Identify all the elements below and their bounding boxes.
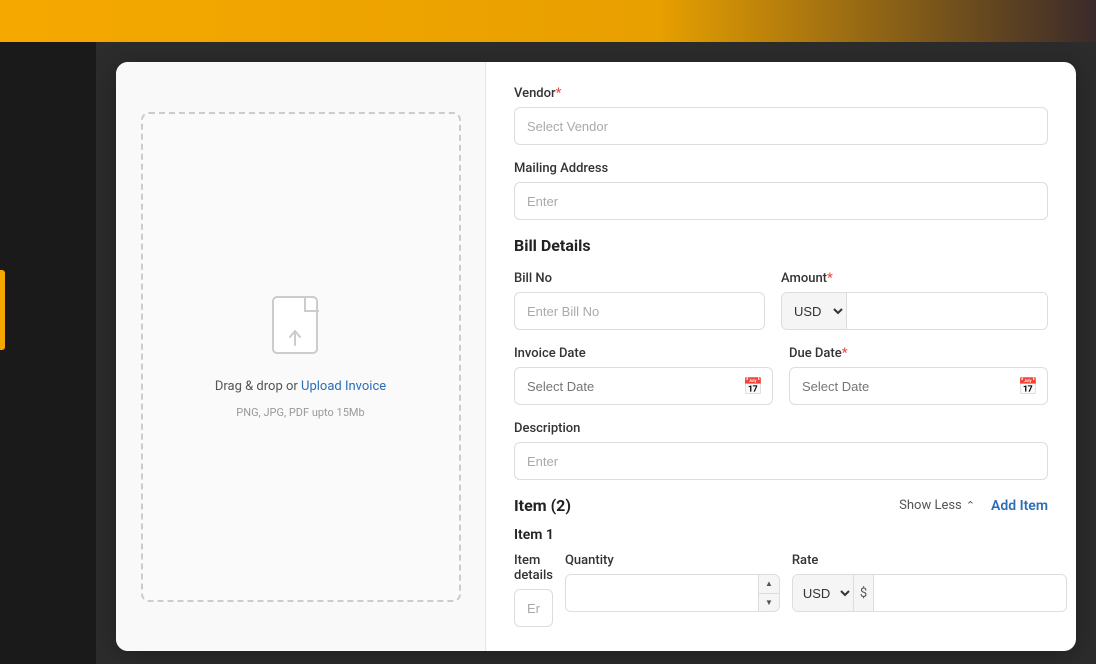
upload-panel: Drag & drop or Upload Invoice PNG, JPG, … <box>116 62 486 651</box>
mailing-address-input[interactable] <box>514 182 1048 220</box>
rate-input[interactable] <box>874 575 1066 611</box>
quantity-arrows: ▲ ▼ <box>758 575 779 611</box>
add-item-button[interactable]: Add Item <box>991 498 1048 514</box>
sidebar-yellow-accent <box>0 270 5 350</box>
quantity-label: Quantity <box>565 553 780 568</box>
amount-col: Amount* USD EUR GBP <box>781 271 1048 330</box>
upload-icon-wrap <box>271 295 331 367</box>
amount-currency-select[interactable]: USD EUR GBP <box>782 293 847 329</box>
drag-text: Drag & drop or <box>215 379 301 394</box>
sidebar <box>0 0 96 664</box>
dates-row: Invoice Date 📅 Due Date* 📅 <box>514 346 1048 405</box>
items-title: Item (2) <box>514 496 571 515</box>
invoice-date-wrap: 📅 <box>514 367 773 405</box>
amount-label: Amount* <box>781 271 1048 286</box>
show-less-label: Show Less <box>899 498 962 513</box>
upload-text: Drag & drop or Upload Invoice <box>215 379 386 394</box>
quantity-down-button[interactable]: ▼ <box>759 594 779 612</box>
form-panel: Vendor* Mailing Address Bill Details Bil… <box>486 62 1076 651</box>
bill-no-label: Bill No <box>514 271 765 286</box>
amount-input[interactable] <box>847 293 1047 329</box>
mailing-address-label: Mailing Address <box>514 161 1048 176</box>
item-details-col: Item details <box>514 553 553 627</box>
bill-details-title: Bill Details <box>514 236 1048 255</box>
main-content: Drag & drop or Upload Invoice PNG, JPG, … <box>96 42 1096 664</box>
rate-dollar-symbol: $ <box>854 575 874 611</box>
item-details-input[interactable] <box>514 589 553 627</box>
items-header: Item (2) Show Less ⌃ Add Item <box>514 496 1048 515</box>
due-date-col: Due Date* 📅 <box>789 346 1048 405</box>
upload-file-icon <box>271 295 331 367</box>
top-bar <box>0 0 1096 42</box>
vendor-label: Vendor* <box>514 86 1048 101</box>
rate-input-wrap: USD EUR $ <box>792 574 1067 612</box>
card: Drag & drop or Upload Invoice PNG, JPG, … <box>116 62 1076 651</box>
quantity-input-wrap: ▲ ▼ <box>565 574 780 612</box>
bill-amount-row: Bill No Amount* USD EUR GBP <box>514 271 1048 330</box>
rate-currency-select[interactable]: USD EUR <box>793 575 854 611</box>
upload-zone[interactable]: Drag & drop or Upload Invoice PNG, JPG, … <box>141 112 461 602</box>
invoice-date-col: Invoice Date 📅 <box>514 346 773 405</box>
invoice-date-input[interactable] <box>514 367 773 405</box>
mailing-address-row: Mailing Address <box>514 161 1048 220</box>
quantity-up-button[interactable]: ▲ <box>759 575 779 594</box>
due-date-wrap: 📅 <box>789 367 1048 405</box>
vendor-row: Vendor* <box>514 86 1048 145</box>
upload-invoice-link[interactable]: Upload Invoice <box>301 379 386 394</box>
items-controls: Show Less ⌃ Add Item <box>899 498 1048 514</box>
item-1-row: Item details Quantity ▲ ▼ Rate <box>514 553 1048 627</box>
rate-col: Rate USD EUR $ <box>792 553 1067 612</box>
item-1-label: Item 1 <box>514 527 1048 543</box>
bill-no-col: Bill No <box>514 271 765 330</box>
invoice-date-label: Invoice Date <box>514 346 773 361</box>
description-label: Description <box>514 421 1048 436</box>
rate-label: Rate <box>792 553 1067 568</box>
vendor-input[interactable] <box>514 107 1048 145</box>
description-row: Description <box>514 421 1048 480</box>
due-date-label: Due Date* <box>789 346 1048 361</box>
quantity-input[interactable] <box>566 575 758 611</box>
upload-subtext: PNG, JPG, PDF upto 15Mb <box>236 406 364 419</box>
amount-input-wrap: USD EUR GBP <box>781 292 1048 330</box>
due-date-input[interactable] <box>789 367 1048 405</box>
bill-no-input[interactable] <box>514 292 765 330</box>
description-input[interactable] <box>514 442 1048 480</box>
chevron-up-icon: ⌃ <box>966 499 975 512</box>
show-less-button[interactable]: Show Less ⌃ <box>899 498 975 513</box>
quantity-col: Quantity ▲ ▼ <box>565 553 780 612</box>
item-details-label: Item details <box>514 553 553 583</box>
